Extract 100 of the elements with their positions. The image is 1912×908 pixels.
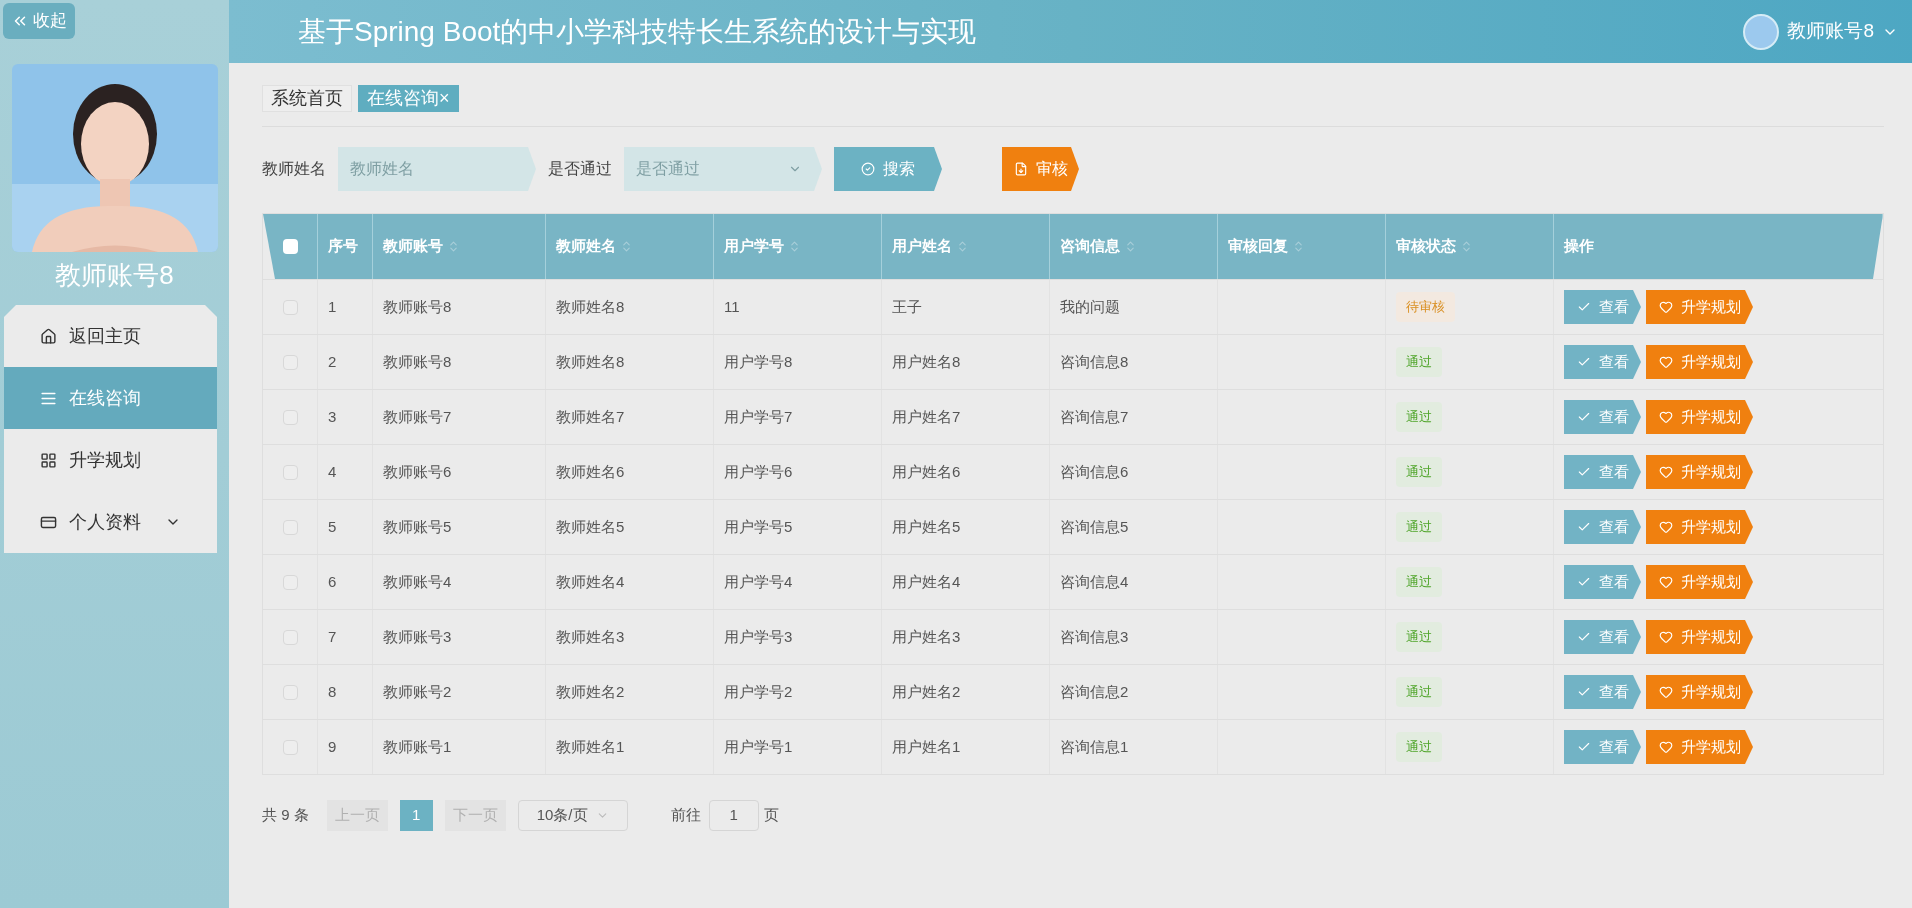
field-label: 是否通过	[548, 159, 612, 179]
table-cell-text: 用户学号6	[724, 461, 793, 482]
plan-button[interactable]: 升学规划	[1646, 290, 1753, 324]
total-count: 共 9 条	[262, 804, 309, 825]
checkbox[interactable]	[282, 239, 298, 254]
system-title: 基于Spring Boot的中小学科技特长生系统的设计与实现	[298, 14, 978, 49]
field-label: 教师姓名	[262, 159, 326, 179]
page-tab[interactable]: 在线咨询×	[358, 85, 459, 112]
table-cell-text: 教师姓名8	[556, 351, 625, 372]
table-cell-text: 2	[328, 351, 337, 372]
table-cell-text: 咨询信息8	[1060, 351, 1129, 372]
sort-icon[interactable]	[1292, 240, 1305, 253]
plan-button[interactable]: 升学规划	[1646, 565, 1753, 599]
plan-button[interactable]: 升学规划	[1646, 400, 1753, 434]
status-tag: 通过	[1396, 677, 1442, 707]
table-cell-text: 教师姓名3	[556, 626, 625, 647]
sidebar-item[interactable]: 个人资料	[4, 491, 217, 553]
view-button[interactable]: 查看	[1564, 730, 1641, 764]
page-input[interactable]: 1	[708, 799, 759, 831]
table-cell-text: 教师账号2	[383, 681, 452, 702]
view-button[interactable]: 查看	[1564, 565, 1641, 599]
page-suffix: 页	[763, 804, 779, 825]
table-cell-text: 咨询信息3	[1060, 626, 1129, 647]
table-cell-text: 6	[328, 571, 337, 592]
heart-icon	[1658, 685, 1673, 699]
status-tag: 通过	[1396, 622, 1442, 652]
table-cell-text: 用户姓名2	[892, 681, 961, 702]
table-cell-text: 咨询信息7	[1060, 406, 1129, 427]
column-header: 教师姓名	[556, 236, 616, 257]
sidebar-item[interactable]: 在线咨询	[4, 367, 217, 429]
plan-button[interactable]: 升学规划	[1646, 620, 1753, 654]
table-cell-text: 教师账号7	[383, 406, 452, 427]
check-icon	[1576, 355, 1591, 369]
view-button[interactable]: 查看	[1564, 400, 1641, 434]
goto-label: 前往	[670, 804, 701, 825]
table-cell-text: 用户姓名5	[892, 516, 961, 537]
table-cell-text: 教师姓名7	[556, 406, 625, 427]
check-icon	[1576, 575, 1591, 589]
search-button[interactable]: 搜索	[834, 147, 942, 191]
status-tag: 通过	[1396, 512, 1442, 542]
column-header: 咨询信息	[1060, 236, 1120, 257]
menu-icon	[40, 451, 57, 469]
table-cell-text: 咨询信息2	[1060, 681, 1129, 702]
table-cell-text: 用户学号4	[724, 571, 793, 592]
sort-icon[interactable]	[620, 240, 633, 253]
sidebar-item[interactable]: 返回主页	[4, 305, 217, 367]
table-cell-text: 教师姓名6	[556, 461, 625, 482]
column-header: 审核状态	[1396, 236, 1456, 257]
status-tag: 通过	[1396, 567, 1442, 597]
view-button[interactable]: 查看	[1564, 620, 1641, 654]
page-size-select[interactable]: 10条/页	[517, 799, 628, 831]
table-cell-text: 教师账号6	[383, 461, 452, 482]
page-number[interactable]: 1	[399, 799, 433, 831]
table-cell-text: 教师姓名2	[556, 681, 625, 702]
avatar	[1743, 13, 1780, 50]
table-cell-text: 8	[328, 681, 337, 702]
check-icon	[1576, 685, 1591, 699]
plan-button[interactable]: 升学规划	[1646, 345, 1753, 379]
table-cell-text: 教师姓名5	[556, 516, 625, 537]
table-cell-text: 教师账号5	[383, 516, 452, 537]
collapse-button[interactable]: 收起	[3, 3, 75, 39]
table-cell-text: 用户姓名1	[892, 736, 961, 757]
column-header: 操作	[1564, 236, 1594, 257]
table-cell-text: 11	[724, 296, 740, 317]
sort-icon[interactable]	[788, 240, 801, 253]
input-field[interactable]: 教师姓名	[338, 147, 536, 191]
table-cell-text: 教师姓名4	[556, 571, 625, 592]
sidebar-item[interactable]: 升学规划	[4, 429, 217, 491]
select-field[interactable]: 是否通过	[624, 147, 822, 191]
table-cell-text: 教师账号8	[383, 351, 452, 372]
column-header: 用户姓名	[892, 236, 952, 257]
plan-button[interactable]: 升学规划	[1646, 510, 1753, 544]
sort-icon[interactable]	[1460, 240, 1473, 253]
sort-icon[interactable]	[1124, 240, 1137, 253]
plan-button[interactable]: 升学规划	[1646, 730, 1753, 764]
table-cell-text: 用户学号8	[724, 351, 793, 372]
check-icon	[1576, 630, 1591, 644]
table-cell-text: 王子	[892, 296, 922, 317]
view-button[interactable]: 查看	[1564, 510, 1641, 544]
table-cell-text: 教师账号3	[383, 626, 452, 647]
review-button[interactable]: 审核	[1002, 147, 1079, 191]
heart-icon	[1658, 630, 1673, 644]
profile-name: 教师账号8	[55, 259, 174, 292]
table-cell-text: 教师账号1	[383, 736, 452, 757]
check-icon	[1576, 465, 1591, 479]
plan-button[interactable]: 升学规划	[1646, 675, 1753, 709]
plan-button[interactable]: 升学规划	[1646, 455, 1753, 489]
table-cell-text: 5	[328, 516, 337, 537]
table-cell-text: 3	[328, 406, 337, 427]
sort-icon[interactable]	[956, 240, 969, 253]
sort-icon[interactable]	[447, 240, 460, 253]
user-name[interactable]: 教师账号8	[1787, 17, 1874, 46]
view-button[interactable]: 查看	[1564, 455, 1641, 489]
table-cell-text: 用户学号2	[724, 681, 793, 702]
view-button[interactable]: 查看	[1564, 290, 1641, 324]
page-tab[interactable]: 系统首页	[262, 85, 352, 112]
view-button[interactable]: 查看	[1564, 675, 1641, 709]
view-button[interactable]: 查看	[1564, 345, 1641, 379]
column-header: 教师账号	[383, 236, 443, 257]
table-cell-text: 教师姓名8	[556, 296, 625, 317]
